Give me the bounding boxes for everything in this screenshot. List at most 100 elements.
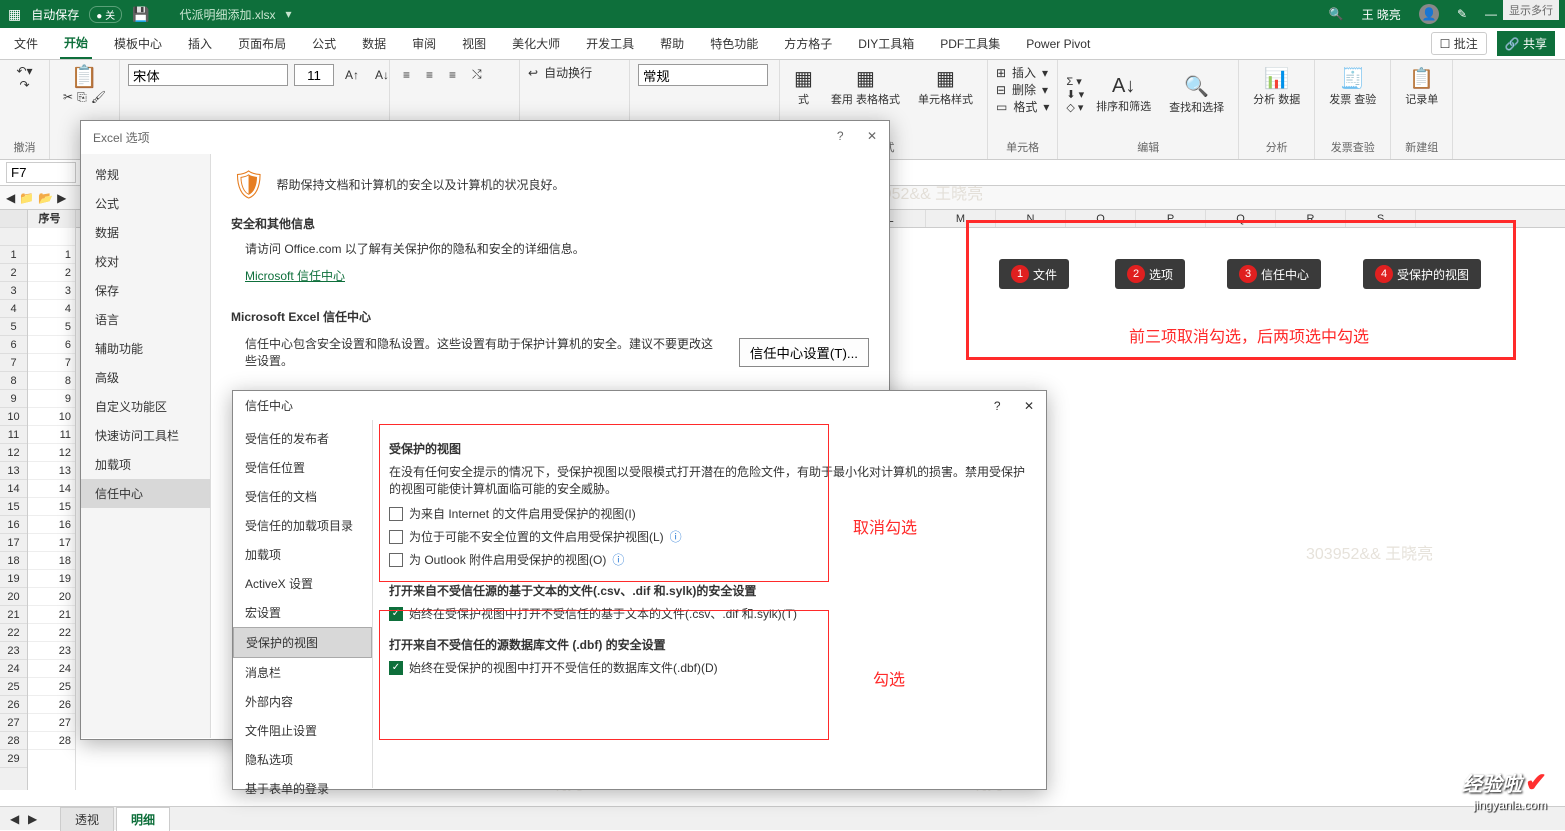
paste-icon[interactable]: 📋: [58, 64, 111, 90]
cut-icon[interactable]: ✂: [63, 90, 73, 105]
options-help-icon[interactable]: ?: [837, 129, 844, 143]
cell[interactable]: 1: [28, 246, 75, 264]
row-header[interactable]: 11: [0, 426, 27, 444]
row-header[interactable]: 14: [0, 480, 27, 498]
row-header[interactable]: 3: [0, 282, 27, 300]
first-sheet-icon[interactable]: ◀: [10, 812, 19, 826]
tab-diy[interactable]: DIY工具箱: [854, 29, 918, 58]
format-cells-icon[interactable]: ▭: [996, 100, 1007, 114]
number-format[interactable]: [638, 64, 768, 86]
sheet-tab-detail[interactable]: 明细: [116, 807, 170, 831]
options-nav-item[interactable]: 高级: [81, 363, 210, 392]
options-nav-item[interactable]: 自定义功能区: [81, 392, 210, 421]
font-select[interactable]: [128, 64, 288, 86]
analyze-button[interactable]: 📊分析 数据: [1247, 64, 1306, 109]
name-box[interactable]: [6, 162, 76, 183]
options-nav-item[interactable]: 校对: [81, 247, 210, 276]
cell[interactable]: 20: [28, 588, 75, 606]
options-nav-item[interactable]: 数据: [81, 218, 210, 247]
cell[interactable]: 19: [28, 570, 75, 588]
tab-home[interactable]: 开始: [60, 28, 92, 59]
options-nav-item[interactable]: 公式: [81, 189, 210, 218]
folder2-icon[interactable]: 📂: [38, 191, 53, 205]
cell[interactable]: 13: [28, 462, 75, 480]
cell[interactable]: 11: [28, 426, 75, 444]
cell[interactable]: 21: [28, 606, 75, 624]
redo-icon[interactable]: ↷: [19, 78, 29, 92]
cell[interactable]: 12: [28, 444, 75, 462]
options-nav-item[interactable]: 常规: [81, 160, 210, 189]
tab-template[interactable]: 模板中心: [110, 29, 166, 58]
folder-icon[interactable]: 📁: [19, 191, 34, 205]
options-nav-item[interactable]: 信任中心: [81, 479, 210, 508]
row-header[interactable]: 20: [0, 588, 27, 606]
tab-feat[interactable]: 特色功能: [706, 29, 762, 58]
row-header[interactable]: 4: [0, 300, 27, 318]
row-header[interactable]: 25: [0, 678, 27, 696]
cell[interactable]: 3: [28, 282, 75, 300]
trust-nav-item[interactable]: 受信任的文档: [233, 482, 372, 511]
options-nav-item[interactable]: 快速访问工具栏: [81, 421, 210, 450]
trust-nav-item[interactable]: 隐私选项: [233, 745, 372, 774]
pen-icon[interactable]: ✎: [1457, 7, 1467, 21]
row-header[interactable]: 26: [0, 696, 27, 714]
row-header[interactable]: 8: [0, 372, 27, 390]
trust-nav-item[interactable]: 受保护的视图: [233, 627, 372, 658]
trust-nav-item[interactable]: 受信任位置: [233, 453, 372, 482]
sort-filter-button[interactable]: A↓排序和筛选: [1090, 73, 1157, 116]
tab-formula[interactable]: 公式: [308, 29, 340, 58]
row-header[interactable]: 28: [0, 732, 27, 750]
window-minimize[interactable]: —: [1485, 7, 1497, 21]
share-button[interactable]: 🔗 共享: [1497, 31, 1555, 56]
tab-dev[interactable]: 开发工具: [582, 29, 638, 58]
cell[interactable]: 16: [28, 516, 75, 534]
comment-button[interactable]: ☐ 批注: [1431, 32, 1487, 55]
cell[interactable]: 24: [28, 660, 75, 678]
cell[interactable]: 23: [28, 642, 75, 660]
row-header[interactable]: 24: [0, 660, 27, 678]
trust-nav-item[interactable]: 宏设置: [233, 598, 372, 627]
row-header[interactable]: 21: [0, 606, 27, 624]
invoice-button[interactable]: 🧾发票 查验: [1323, 64, 1382, 109]
tab-insert[interactable]: 插入: [184, 29, 216, 58]
options-nav-item[interactable]: 加载项: [81, 450, 210, 479]
row-header[interactable]: 16: [0, 516, 27, 534]
row-header[interactable]: 17: [0, 534, 27, 552]
cell[interactable]: 22: [28, 624, 75, 642]
tab-review[interactable]: 审阅: [408, 29, 440, 58]
tab-square[interactable]: 方方格子: [780, 29, 836, 58]
row-header[interactable]: 27: [0, 714, 27, 732]
trust-close-icon[interactable]: ✕: [1024, 399, 1034, 413]
tab-pivot[interactable]: Power Pivot: [1022, 31, 1094, 57]
row-header[interactable]: 9: [0, 390, 27, 408]
avatar[interactable]: 👤: [1419, 4, 1439, 24]
row-header[interactable]: 12: [0, 444, 27, 462]
cell[interactable]: 17: [28, 534, 75, 552]
trust-nav-item[interactable]: 受信任的发布者: [233, 424, 372, 453]
increase-font-icon[interactable]: A↑: [340, 65, 364, 85]
cell[interactable]: 14: [28, 480, 75, 498]
row-header[interactable]: 29: [0, 750, 27, 768]
autosave-toggle[interactable]: ● 关: [89, 6, 122, 23]
forward-icon[interactable]: ▶: [57, 191, 66, 205]
delete-cells-icon[interactable]: ⊟: [996, 83, 1006, 97]
fill-icon[interactable]: ⬇ ▾: [1066, 88, 1084, 101]
row-header[interactable]: 19: [0, 570, 27, 588]
row-header[interactable]: 5: [0, 318, 27, 336]
cell[interactable]: 26: [28, 696, 75, 714]
row-header[interactable]: 6: [0, 336, 27, 354]
cell[interactable]: 10: [28, 408, 75, 426]
cell[interactable]: 27: [28, 714, 75, 732]
align-top-icon[interactable]: ≡: [398, 65, 415, 85]
tab-file[interactable]: 文件: [10, 29, 42, 58]
autosum-icon[interactable]: Σ ▾: [1066, 75, 1084, 88]
options-nav-item[interactable]: 保存: [81, 276, 210, 305]
options-nav-item[interactable]: 语言: [81, 305, 210, 334]
tab-help[interactable]: 帮助: [656, 29, 688, 58]
search-icon[interactable]: 🔍: [1329, 7, 1344, 21]
tab-data[interactable]: 数据: [358, 29, 390, 58]
sheet-tab-pivot[interactable]: 透视: [60, 807, 114, 831]
trust-center-settings-button[interactable]: 信任中心设置(T)...: [739, 338, 869, 367]
trust-nav-item[interactable]: 文件阻止设置: [233, 716, 372, 745]
trust-nav-item[interactable]: 外部内容: [233, 687, 372, 716]
